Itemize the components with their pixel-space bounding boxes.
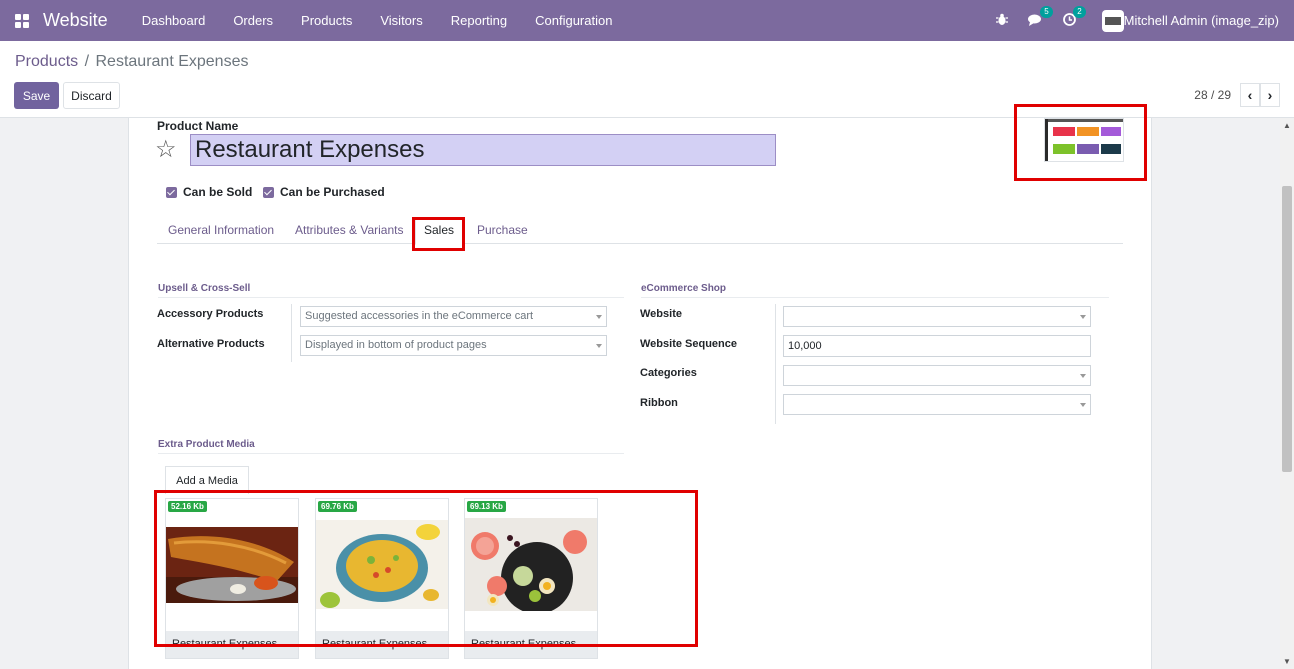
messages-count-badge: 5 <box>1040 5 1053 18</box>
user-avatar[interactable] <box>1101 9 1124 32</box>
pager-buttons: ‹ › <box>1240 83 1280 107</box>
activities-count-badge: 2 <box>1073 5 1086 18</box>
save-button[interactable]: Save <box>14 82 59 109</box>
top-navbar: Website Dashboard Orders Products Visito… <box>0 0 1294 41</box>
product-name-input[interactable]: Restaurant Expenses <box>190 134 776 166</box>
breadcrumb-separator: / <box>84 53 90 70</box>
menu-configuration[interactable]: Configuration <box>521 13 626 28</box>
menu-products[interactable]: Products <box>287 13 366 28</box>
checkbox-checked-icon[interactable] <box>166 186 177 198</box>
activities-clock-icon[interactable]: 2 <box>1062 5 1086 29</box>
tab-general-information[interactable]: General Information <box>168 223 274 237</box>
can-be-sold-label: Can be Sold <box>183 185 253 199</box>
menu-orders[interactable]: Orders <box>219 13 287 28</box>
website-select[interactable] <box>783 306 1091 327</box>
pager-value[interactable]: 28 / 29 <box>1194 88 1231 102</box>
apps-menu-icon[interactable] <box>15 13 29 28</box>
chevron-left-icon: ‹ <box>1247 87 1253 103</box>
menu-dashboard[interactable]: Dashboard <box>128 13 220 28</box>
checkbox-checked-icon[interactable] <box>263 186 274 198</box>
scrollbar-thumb[interactable] <box>1282 186 1292 472</box>
alternative-products-select[interactable]: Displayed in bottom of product pages <box>300 335 607 356</box>
pager-next-button[interactable]: › <box>1260 83 1280 107</box>
breadcrumb: Products / Restaurant Expenses <box>15 53 248 71</box>
scroll-up-arrow-icon[interactable]: ▲ <box>1283 121 1291 130</box>
menu-reporting[interactable]: Reporting <box>437 13 521 28</box>
favorite-star-icon[interactable]: ☆ <box>155 135 177 164</box>
can-be-purchased-label: Can be Purchased <box>280 185 385 199</box>
website-sequence-input[interactable]: 10,000 <box>783 335 1091 357</box>
highlight-sales-tab <box>412 217 465 251</box>
field-separator <box>775 304 776 424</box>
accessory-products-label: Accessory Products <box>157 308 264 320</box>
categories-select[interactable] <box>783 365 1091 386</box>
scroll-down-arrow-icon[interactable]: ▼ <box>1283 657 1291 666</box>
pager-prev-button[interactable]: ‹ <box>1240 83 1260 107</box>
page-scrollbar[interactable]: ▲ ▼ <box>1280 118 1294 669</box>
breadcrumb-products-link[interactable]: Products <box>15 53 78 70</box>
debug-bug-icon[interactable] <box>995 13 1008 29</box>
website-sequence-label: Website Sequence <box>640 338 737 350</box>
chevron-right-icon: › <box>1267 87 1273 103</box>
alternative-products-label: Alternative Products <box>157 338 265 350</box>
upsell-section-title: Upsell & Cross-Sell <box>158 283 624 298</box>
categories-label: Categories <box>640 367 697 379</box>
highlight-product-image <box>1014 104 1147 181</box>
highlight-media-cards <box>154 490 698 647</box>
ribbon-label: Ribbon <box>640 397 678 409</box>
discard-button[interactable]: Discard <box>63 82 120 109</box>
can-be-purchased-checkbox[interactable]: Can be Purchased <box>263 185 385 199</box>
app-name[interactable]: Website <box>43 10 108 31</box>
user-menu[interactable]: Mitchell Admin (image_zip) <box>1124 13 1279 28</box>
tab-purchase[interactable]: Purchase <box>477 223 528 237</box>
breadcrumb-current: Restaurant Expenses <box>95 53 249 70</box>
extra-media-section-title: Extra Product Media <box>158 439 624 454</box>
can-be-sold-checkbox[interactable]: Can be Sold <box>166 185 252 199</box>
notebook-tabs: General Information Attributes & Variant… <box>157 217 1123 245</box>
ecommerce-section-title: eCommerce Shop <box>641 283 1109 298</box>
website-label: Website <box>640 308 682 320</box>
field-separator <box>291 304 292 362</box>
ribbon-select[interactable] <box>783 394 1091 415</box>
tab-attributes-variants[interactable]: Attributes & Variants <box>295 223 404 237</box>
menu-visitors[interactable]: Visitors <box>366 13 436 28</box>
messages-icon[interactable]: 5 <box>1027 5 1053 29</box>
accessory-products-select[interactable]: Suggested accessories in the eCommerce c… <box>300 306 607 327</box>
product-name-label: Product Name <box>157 119 239 133</box>
